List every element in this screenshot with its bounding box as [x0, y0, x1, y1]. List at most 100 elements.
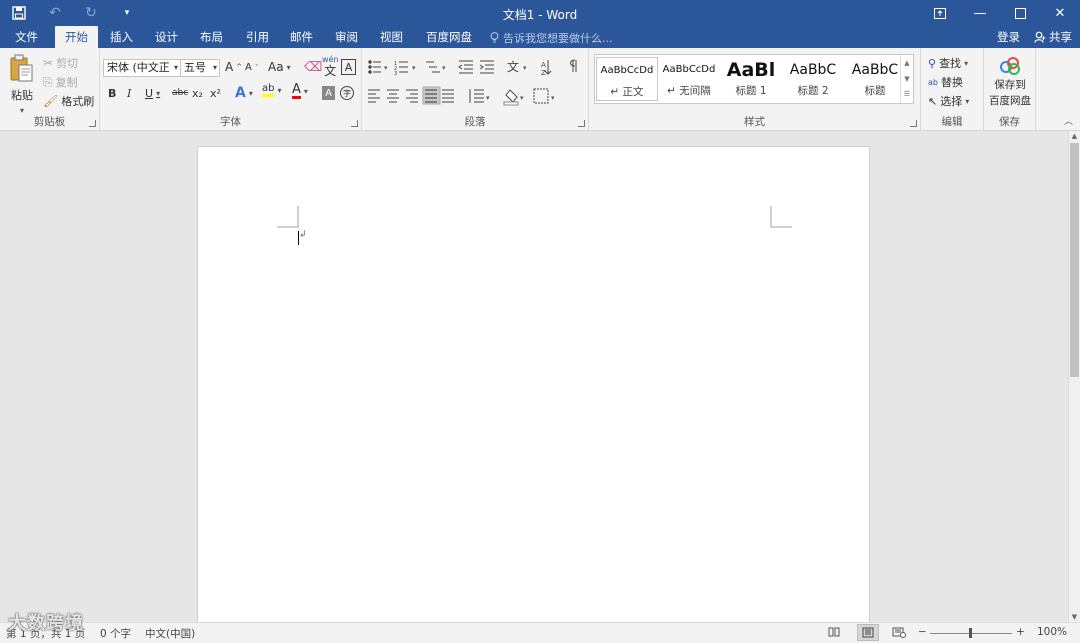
tab-baidu-netdisk[interactable]: 百度网盘 [416, 26, 482, 48]
word-count[interactable]: 0 个字 [100, 626, 131, 641]
superscript-button[interactable]: x² [210, 87, 221, 100]
subscript-button[interactable]: x₂ [192, 87, 203, 100]
character-border-icon[interactable]: A [341, 59, 356, 75]
font-size-dropdown[interactable]: 五号 ▾ [180, 59, 220, 77]
find-button[interactable]: ⚲ 查找 ▾ [928, 55, 968, 71]
chevron-down-icon[interactable]: ▼ [901, 71, 913, 87]
gallery-scroll[interactable]: ▲ ▼ ☰ [900, 55, 913, 103]
zoom-slider-thumb[interactable] [969, 628, 972, 638]
more-styles-icon[interactable]: ☰ [901, 87, 913, 103]
bullets-icon[interactable] [364, 56, 388, 76]
font-name-dropdown[interactable]: 宋体 (中文正 ▾ [103, 59, 181, 77]
save-label-line1: 保存到 [994, 79, 1026, 91]
maximize-icon[interactable] [1000, 0, 1040, 26]
signin-link[interactable]: 登录 [997, 29, 1020, 45]
font-size-value: 五号 [184, 61, 206, 74]
tab-file[interactable]: 文件 [5, 26, 48, 48]
shading-icon[interactable] [502, 86, 526, 106]
tab-view[interactable]: 视图 [370, 26, 413, 48]
margin-corner-left [277, 206, 299, 228]
scroll-thumb[interactable] [1070, 143, 1079, 377]
tab-home[interactable]: 开始 [55, 26, 98, 48]
distributed-icon[interactable] [440, 86, 458, 106]
select-button[interactable]: ↖ 选择 ▾ [928, 93, 969, 109]
show-marks-icon[interactable] [566, 56, 584, 76]
zoom-in-icon[interactable]: + [1016, 626, 1025, 638]
justify-icon[interactable] [422, 86, 440, 106]
style-heading-1[interactable]: AaBl 标题 1 [720, 57, 782, 101]
increase-indent-icon[interactable] [477, 56, 497, 76]
chevron-up-icon[interactable]: ▲ [901, 55, 913, 71]
align-right-icon[interactable] [403, 86, 421, 106]
shrink-font-button[interactable]: Aˇ [245, 62, 258, 73]
style-title[interactable]: AaBbC 标题 [844, 57, 906, 101]
strikethrough-button[interactable]: abc [172, 88, 188, 98]
bold-button[interactable]: B [108, 87, 116, 100]
sort-icon[interactable] [540, 56, 558, 76]
scroll-up-icon[interactable]: ▲ [1069, 132, 1080, 140]
replace-button[interactable]: ab 替换 [928, 74, 963, 90]
styles-group-label: 样式 [744, 116, 765, 128]
highlight-button[interactable]: ab ▾ [262, 84, 282, 97]
font-group: 宋体 (中文正 ▾ 五号 ▾ A ^ Aˇ Aa ▾ ⌫ wén 文 A B I U ▾ a… [100, 48, 362, 131]
paste-icon [10, 54, 33, 82]
grow-font-button[interactable]: A ^ [225, 60, 242, 74]
zoom-out-icon[interactable]: − [918, 626, 927, 638]
borders-icon[interactable] [532, 86, 556, 106]
style-name: ↵ 无间隔 [667, 85, 711, 97]
underline-button[interactable]: U ▾ [145, 87, 160, 100]
style-sample: AaBl [726, 59, 776, 81]
save-to-baidu-button[interactable]: 保存到 百度网盘 [987, 56, 1033, 108]
enclose-characters-icon[interactable]: 字 [340, 86, 354, 100]
styles-launcher-icon[interactable] [910, 120, 917, 127]
magnifier-icon: ⚲ [928, 56, 937, 70]
change-case-button[interactable]: Aa ▾ [268, 60, 291, 74]
copy-label: 复制 [55, 76, 78, 89]
cut-button[interactable]: ✂ 剪切 [43, 55, 78, 71]
collapse-ribbon-icon[interactable]: ︿ [1064, 114, 1073, 127]
line-spacing-icon[interactable] [467, 86, 493, 106]
tab-mailings[interactable]: 邮件 [280, 26, 323, 48]
read-mode-icon[interactable] [828, 626, 840, 641]
paragraph-launcher-icon[interactable] [578, 120, 585, 127]
style-heading-2[interactable]: AaBbC 标题 2 [782, 57, 844, 101]
clear-formatting-icon[interactable]: ⌫ [304, 60, 322, 75]
format-painter-button[interactable]: 🖌 格式刷 [43, 93, 94, 109]
web-layout-icon[interactable] [892, 626, 906, 641]
style-no-spacing[interactable]: AaBbCcDd ↵ 无间隔 [658, 57, 720, 101]
style-normal[interactable]: AaBbCcDd ↵ 正文 [596, 57, 658, 101]
language[interactable]: 中文(中国) [145, 626, 195, 641]
decrease-indent-icon[interactable] [456, 56, 476, 76]
align-center-icon[interactable] [384, 86, 402, 106]
tab-references[interactable]: 引用 [236, 26, 279, 48]
tab-insert[interactable]: 插入 [100, 26, 143, 48]
clipboard-launcher-icon[interactable] [89, 120, 96, 127]
tab-design[interactable]: 设计 [145, 26, 188, 48]
numbering-icon[interactable] [392, 56, 418, 76]
scroll-down-icon[interactable]: ▼ [1069, 613, 1080, 621]
font-color-button[interactable]: A ▾ [292, 83, 308, 99]
close-icon[interactable]: ✕ [1040, 0, 1080, 26]
font-launcher-icon[interactable] [351, 120, 358, 127]
document-page[interactable]: ↲ [197, 146, 870, 636]
tell-me-box[interactable]: 告诉我您想要做什么... [490, 30, 613, 46]
format-painter-label: 格式刷 [61, 95, 95, 108]
italic-button[interactable]: I [127, 87, 131, 100]
chevron-down-icon: ▾ [173, 63, 178, 72]
copy-button[interactable]: ⎘ 复制 [43, 74, 78, 90]
ribbon-display-icon[interactable] [920, 0, 960, 26]
tab-layout[interactable]: 布局 [190, 26, 233, 48]
vertical-scrollbar[interactable]: ▲ ▼ [1068, 131, 1080, 622]
share-button[interactable]: 共享 [1034, 29, 1072, 45]
multilevel-list-icon[interactable] [422, 56, 448, 76]
phonetic-guide-icon[interactable]: wén 文 [322, 56, 339, 78]
align-left-icon[interactable] [365, 86, 383, 106]
zoom-level[interactable]: 100% [1037, 626, 1067, 638]
character-shading-icon[interactable]: A [322, 86, 335, 100]
paste-button[interactable]: 粘贴 ▾ [8, 54, 36, 115]
chinese-layout-icon[interactable] [502, 56, 528, 76]
minimize-icon[interactable]: — [960, 0, 1000, 26]
tab-review[interactable]: 审阅 [325, 26, 368, 48]
text-effects-button[interactable]: A ▾ [235, 85, 253, 101]
print-layout-icon[interactable] [857, 624, 879, 641]
